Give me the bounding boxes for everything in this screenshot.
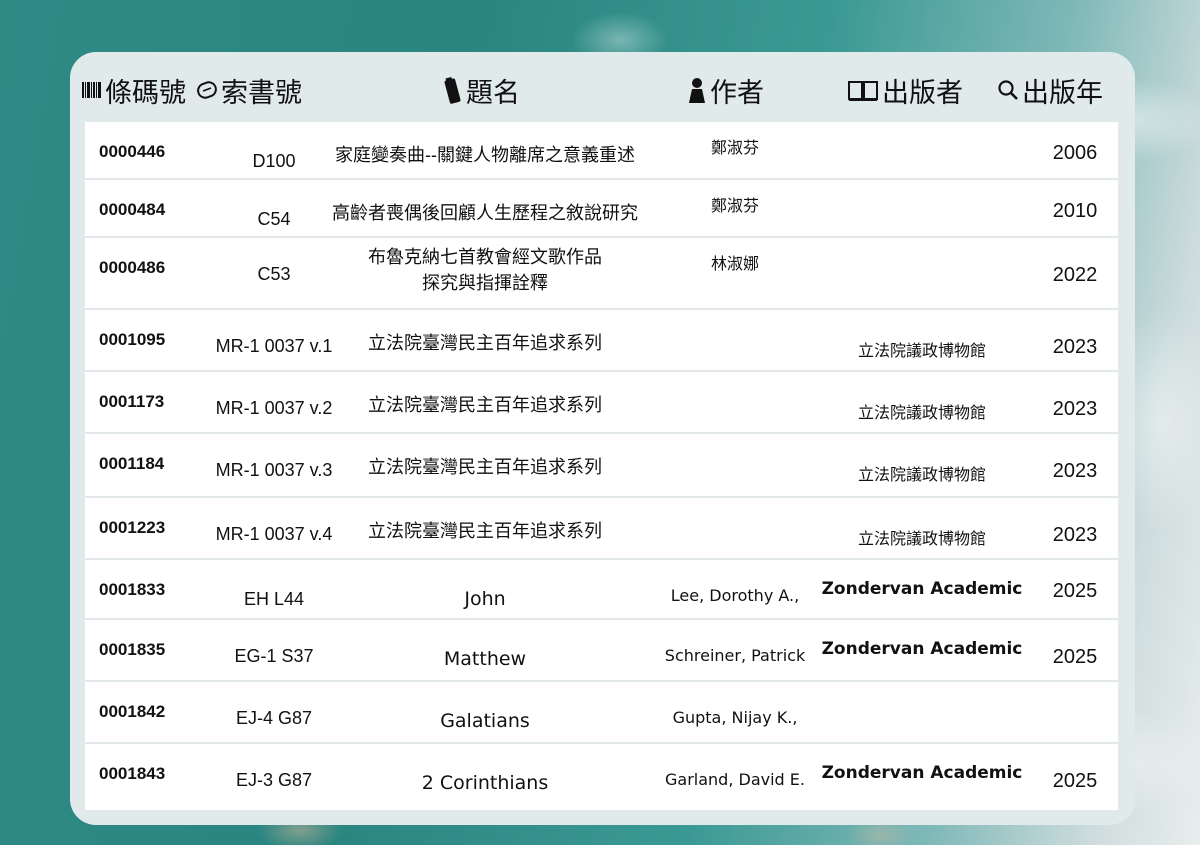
table-row[interactable]: 0001833 EH L44 John Lee, Dorothy A., Zonderv… xyxy=(85,560,1118,620)
title-cell: 立法院臺灣民主百年追求系列 xyxy=(295,454,675,480)
publisher-cell: 立法院議政博物館 xyxy=(857,343,986,360)
title-line: 家庭變奏曲--關鍵人物離席之意義重述 xyxy=(335,145,635,165)
title-line: 立法院臺灣民主百年追求系列 xyxy=(368,521,602,541)
publisher-cell: 立法院議政博物館 xyxy=(857,467,986,484)
year-cell: 2023 xyxy=(1052,460,1098,482)
barcode-cell: 0001184 xyxy=(99,454,165,473)
header-author[interactable]: 作者 xyxy=(687,70,764,110)
table-row[interactable]: 0000446 D100 家庭變奏曲--關鍵人物離席之意義重述 鄭淑芬 2006 xyxy=(85,122,1118,180)
header-callno-label: 索書號 xyxy=(221,77,302,109)
publisher-cell: Zondervan Academic xyxy=(821,639,1023,659)
barcode-cell: 0001835 xyxy=(99,640,166,659)
table-row[interactable]: 0001835 EG-1 S37 Matthew Schreiner, Patrick… xyxy=(85,620,1118,682)
author-cell: 鄭淑芬 xyxy=(710,140,759,157)
barcode-cell: 0001843 xyxy=(99,764,166,783)
header-author-label: 作者 xyxy=(710,77,764,109)
author-cell: Schreiner, Patrick xyxy=(664,646,806,665)
header-year[interactable]: 出版年 xyxy=(997,70,1103,110)
magnifier-icon xyxy=(997,79,1019,101)
table-row[interactable]: 0001173 MR-1 0037 v.2 立法院臺灣民主百年追求系列 立法院議政博物… xyxy=(85,372,1118,434)
author-cell: 鄭淑芬 xyxy=(710,198,759,215)
title-line: 立法院臺灣民主百年追求系列 xyxy=(368,457,602,477)
title-cell: 家庭變奏曲--關鍵人物離席之意義重述 xyxy=(295,142,675,168)
title-line: 2 Corinthians xyxy=(421,772,549,794)
table-row[interactable]: 0001223 MR-1 0037 v.4 立法院臺灣民主百年追求系列 立法院議政博物… xyxy=(85,498,1118,560)
table-row[interactable]: 0000486 C53 布魯克納七首教會經文歌作品 探究與指揮詮釋 林淑娜 2022 xyxy=(85,238,1118,310)
title-line: 立法院臺灣民主百年追求系列 xyxy=(368,333,602,353)
publisher-cell: Zondervan Academic xyxy=(821,763,1023,783)
author-cell: Garland, David E. xyxy=(665,770,805,789)
catalog-panel: 條碼號 索書號 題名 作者 出版者 出版年 0000446 D100 家庭變奏曲… xyxy=(70,52,1135,825)
barcode-cell: 0000484 xyxy=(99,200,166,219)
year-cell: 2023 xyxy=(1052,524,1098,546)
title-cell: 布魯克納七首教會經文歌作品 探究與指揮詮釋 xyxy=(295,244,675,296)
title-cell: 2 Corinthians xyxy=(295,770,675,796)
label-icon xyxy=(196,79,218,101)
open-book-icon xyxy=(847,78,879,102)
author-cell: Lee, Dorothy A., xyxy=(670,586,800,605)
catalog-table: 0000446 D100 家庭變奏曲--關鍵人物離席之意義重述 鄭淑芬 2006 0000… xyxy=(85,122,1118,810)
title-line: Galatians xyxy=(440,710,530,732)
barcode-cell: 0001833 xyxy=(99,580,166,599)
person-icon xyxy=(687,77,707,103)
header-title-label: 題名 xyxy=(466,77,520,109)
table-row[interactable]: 0000484 C54 高齡者喪偶後回顧人生歷程之敘說研究 鄭淑芬 2010 xyxy=(85,180,1118,238)
title-cell: 立法院臺灣民主百年追求系列 xyxy=(295,392,675,418)
barcode-icon xyxy=(82,81,102,99)
header-year-label: 出版年 xyxy=(1022,77,1103,109)
title-line: 立法院臺灣民主百年追求系列 xyxy=(368,395,602,415)
barcode-cell: 0001095 xyxy=(99,330,166,349)
year-cell: 2025 xyxy=(1052,770,1098,792)
year-cell: 2025 xyxy=(1052,646,1098,668)
author-cell: 林淑娜 xyxy=(710,256,759,273)
header-title[interactable]: 題名 xyxy=(443,70,520,110)
year-cell: 2023 xyxy=(1052,336,1098,358)
header-barcode[interactable]: 條碼號 xyxy=(82,70,186,110)
publisher-cell: 立法院議政博物館 xyxy=(857,531,986,548)
table-row[interactable]: 0001842 EJ-4 G87 Galatians Gupta, Nijay K., xyxy=(85,682,1118,744)
barcode-cell: 0001223 xyxy=(99,518,166,537)
publisher-cell: 立法院議政博物館 xyxy=(857,405,986,422)
title-line: 高齡者喪偶後回顧人生歷程之敘說研究 xyxy=(332,203,638,223)
year-cell: 2010 xyxy=(1052,200,1098,222)
book-spine-icon xyxy=(443,75,463,105)
title-cell: 高齡者喪偶後回顧人生歷程之敘說研究 xyxy=(295,200,675,226)
barcode-cell: 0001842 xyxy=(99,702,166,721)
title-line: 探究與指揮詮釋 xyxy=(422,273,548,293)
publisher-cell: Zondervan Academic xyxy=(821,579,1023,599)
table-row[interactable]: 0001843 EJ-3 G87 2 Corinthians Garland, Dav… xyxy=(85,744,1118,810)
table-header: 條碼號 索書號 題名 作者 出版者 出版年 xyxy=(70,52,1135,124)
title-cell: Galatians xyxy=(295,708,675,734)
title-line: 布魯克納七首教會經文歌作品 xyxy=(368,247,602,267)
header-publisher[interactable]: 出版者 xyxy=(847,70,963,110)
year-cell: 2023 xyxy=(1052,398,1098,420)
title-cell: Matthew xyxy=(295,646,675,672)
header-callno[interactable]: 索書號 xyxy=(196,70,302,110)
author-cell: Gupta, Nijay K., xyxy=(672,708,798,727)
title-line: Matthew xyxy=(443,648,527,670)
header-barcode-label: 條碼號 xyxy=(105,77,186,109)
barcode-cell: 0001173 xyxy=(99,392,165,411)
year-cell: 2006 xyxy=(1052,142,1098,164)
title-cell: John xyxy=(295,586,675,612)
title-line: John xyxy=(464,588,506,610)
table-row[interactable]: 0001095 MR-1 0037 v.1 立法院臺灣民主百年追求系列 立法院議政博物… xyxy=(85,310,1118,372)
barcode-cell: 0000486 xyxy=(99,258,166,277)
header-publisher-label: 出版者 xyxy=(882,77,963,109)
year-cell: 2022 xyxy=(1052,264,1098,286)
table-row[interactable]: 0001184 MR-1 0037 v.3 立法院臺灣民主百年追求系列 立法院議政博物… xyxy=(85,434,1118,498)
title-cell: 立法院臺灣民主百年追求系列 xyxy=(295,518,675,544)
title-cell: 立法院臺灣民主百年追求系列 xyxy=(295,330,675,356)
year-cell: 2025 xyxy=(1052,580,1098,602)
barcode-cell: 0000446 xyxy=(99,142,166,161)
